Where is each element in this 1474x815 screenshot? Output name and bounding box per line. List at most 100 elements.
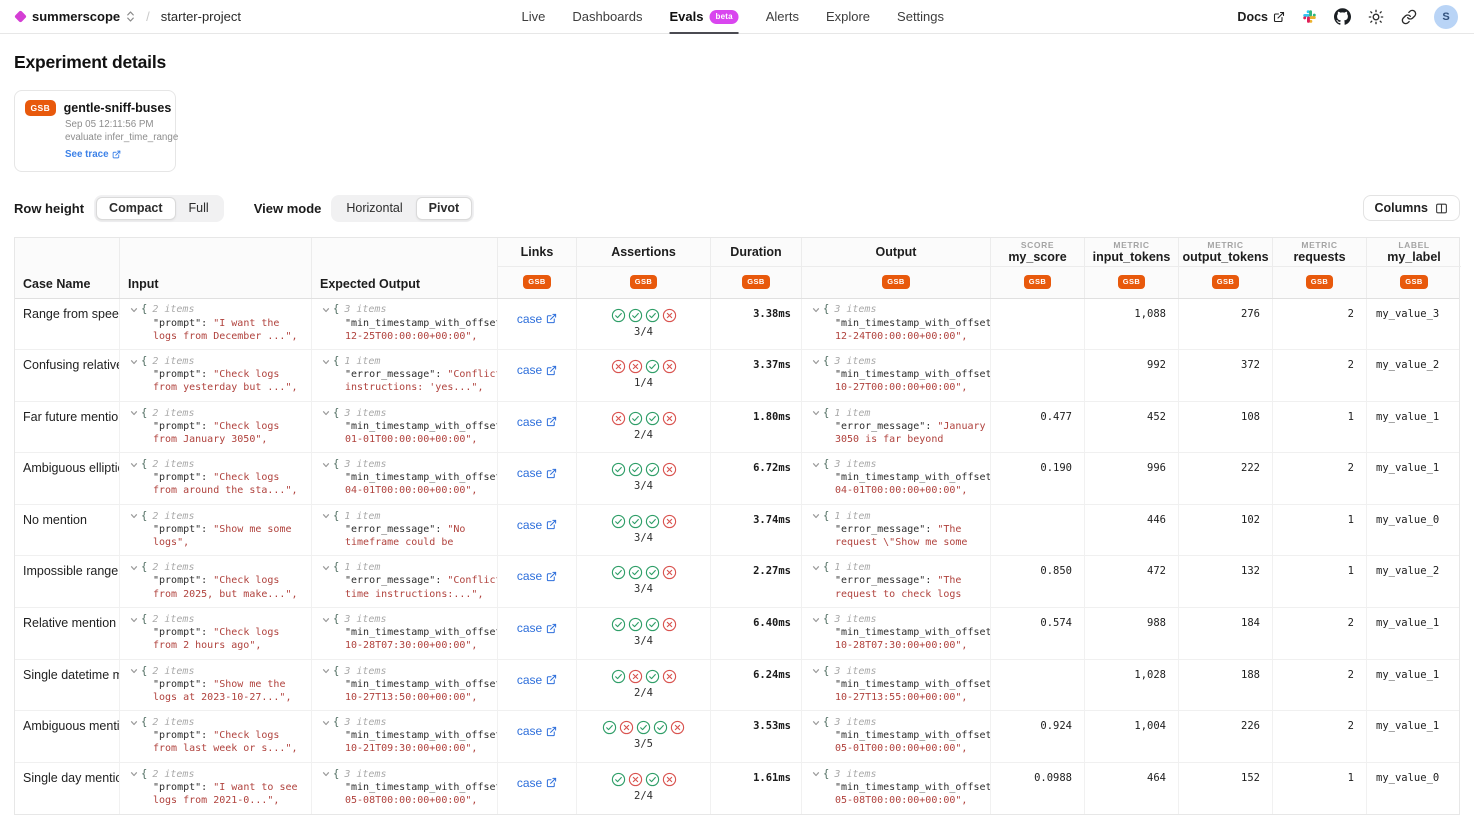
share-link-icon[interactable] <box>1401 9 1417 25</box>
assertion-pass-icon[interactable] <box>645 565 660 580</box>
docs-link[interactable]: Docs <box>1237 10 1285 24</box>
tab-alerts[interactable]: Alerts <box>766 0 799 34</box>
expand-caret-icon[interactable] <box>812 358 820 366</box>
columns-button[interactable]: Columns <box>1363 195 1460 221</box>
slack-icon[interactable] <box>1302 9 1317 24</box>
expand-caret-icon[interactable] <box>130 719 138 727</box>
expand-caret-icon[interactable] <box>812 667 820 675</box>
project-name[interactable]: starter-project <box>161 9 241 24</box>
assertion-fail-icon[interactable] <box>662 669 677 684</box>
tab-explore[interactable]: Explore <box>826 0 870 34</box>
assertion-fail-icon[interactable] <box>662 462 677 477</box>
assertion-fail-icon[interactable] <box>662 359 677 374</box>
expand-caret-icon[interactable] <box>812 306 820 314</box>
case-trace-link[interactable]: case <box>517 621 557 635</box>
expand-caret-icon[interactable] <box>322 409 330 417</box>
assertion-pass-icon[interactable] <box>611 565 626 580</box>
tab-settings[interactable]: Settings <box>897 0 944 34</box>
assertion-pass-icon[interactable] <box>611 617 626 632</box>
column-header-my-label[interactable]: LABELmy_label <box>1367 238 1461 266</box>
column-header-input[interactable]: Input <box>120 238 312 298</box>
assertion-pass-icon[interactable] <box>645 359 660 374</box>
assertion-pass-icon[interactable] <box>653 720 668 735</box>
assertion-pass-icon[interactable] <box>645 669 660 684</box>
case-trace-link[interactable]: case <box>517 466 557 480</box>
expand-caret-icon[interactable] <box>130 461 138 469</box>
expand-caret-icon[interactable] <box>130 409 138 417</box>
case-trace-link[interactable]: case <box>517 724 557 738</box>
case-trace-link[interactable]: case <box>517 518 557 532</box>
expand-caret-icon[interactable] <box>812 719 820 727</box>
expand-caret-icon[interactable] <box>322 667 330 675</box>
assertion-fail-icon[interactable] <box>662 411 677 426</box>
column-header-expected-output[interactable]: Expected Output <box>312 238 498 298</box>
assertion-fail-icon[interactable] <box>662 514 677 529</box>
case-trace-link[interactable]: case <box>517 363 557 377</box>
assertion-fail-icon[interactable] <box>670 720 685 735</box>
assertion-pass-icon[interactable] <box>645 617 660 632</box>
github-icon[interactable] <box>1334 8 1351 25</box>
expand-caret-icon[interactable] <box>130 667 138 675</box>
org-name[interactable]: summerscope <box>32 9 120 24</box>
assertion-pass-icon[interactable] <box>611 669 626 684</box>
experiment-badge[interactable]: GSB <box>1212 275 1239 289</box>
assertion-pass-icon[interactable] <box>628 514 643 529</box>
assertion-pass-icon[interactable] <box>645 462 660 477</box>
column-header-requests[interactable]: METRICrequests <box>1273 238 1366 266</box>
row-height-option-compact[interactable]: Compact <box>96 197 175 220</box>
assertion-pass-icon[interactable] <box>628 565 643 580</box>
assertion-fail-icon[interactable] <box>662 772 677 787</box>
experiment-badge[interactable]: GSB <box>742 275 769 289</box>
expand-caret-icon[interactable] <box>812 564 820 572</box>
case-trace-link[interactable]: case <box>517 673 557 687</box>
expand-caret-icon[interactable] <box>130 770 138 778</box>
experiment-badge[interactable]: GSB <box>1024 275 1051 289</box>
expand-caret-icon[interactable] <box>130 306 138 314</box>
case-trace-link[interactable]: case <box>517 776 557 790</box>
experiment-badge[interactable]: GSB <box>25 100 56 116</box>
tab-dashboards[interactable]: Dashboards <box>572 0 642 34</box>
expand-caret-icon[interactable] <box>322 770 330 778</box>
assertion-pass-icon[interactable] <box>611 462 626 477</box>
case-trace-link[interactable]: case <box>517 569 557 583</box>
assertion-pass-icon[interactable] <box>636 720 651 735</box>
theme-toggle-icon[interactable] <box>1368 9 1384 25</box>
expand-caret-icon[interactable] <box>130 358 138 366</box>
assertion-pass-icon[interactable] <box>611 514 626 529</box>
expand-caret-icon[interactable] <box>322 616 330 624</box>
see-trace-link[interactable]: See trace <box>65 149 121 160</box>
assertion-pass-icon[interactable] <box>628 462 643 477</box>
expand-caret-icon[interactable] <box>130 564 138 572</box>
app-logo-icon[interactable] <box>14 10 27 23</box>
expand-caret-icon[interactable] <box>130 512 138 520</box>
column-header-output[interactable]: Output <box>802 238 990 266</box>
expand-caret-icon[interactable] <box>322 564 330 572</box>
user-avatar[interactable]: S <box>1434 5 1458 29</box>
assertion-fail-icon[interactable] <box>662 617 677 632</box>
assertion-pass-icon[interactable] <box>628 617 643 632</box>
assertion-pass-icon[interactable] <box>602 720 617 735</box>
assertion-pass-icon[interactable] <box>645 772 660 787</box>
expand-caret-icon[interactable] <box>322 512 330 520</box>
assertion-fail-icon[interactable] <box>628 772 643 787</box>
org-switcher-icon[interactable] <box>126 10 135 23</box>
assertion-fail-icon[interactable] <box>619 720 634 735</box>
experiment-badge[interactable]: GSB <box>523 275 550 289</box>
assertion-pass-icon[interactable] <box>628 411 643 426</box>
experiment-badge[interactable]: GSB <box>1400 275 1427 289</box>
expand-caret-icon[interactable] <box>322 358 330 366</box>
view-mode-option-horizontal[interactable]: Horizontal <box>333 197 415 220</box>
case-trace-link[interactable]: case <box>517 415 557 429</box>
assertion-pass-icon[interactable] <box>645 514 660 529</box>
experiment-badge[interactable]: GSB <box>1306 275 1333 289</box>
expand-caret-icon[interactable] <box>130 616 138 624</box>
expand-caret-icon[interactable] <box>322 461 330 469</box>
assertion-fail-icon[interactable] <box>628 669 643 684</box>
assertion-fail-icon[interactable] <box>628 359 643 374</box>
assertion-pass-icon[interactable] <box>645 411 660 426</box>
expand-caret-icon[interactable] <box>812 616 820 624</box>
expand-caret-icon[interactable] <box>322 719 330 727</box>
expand-caret-icon[interactable] <box>322 306 330 314</box>
expand-caret-icon[interactable] <box>812 770 820 778</box>
assertion-fail-icon[interactable] <box>611 411 626 426</box>
